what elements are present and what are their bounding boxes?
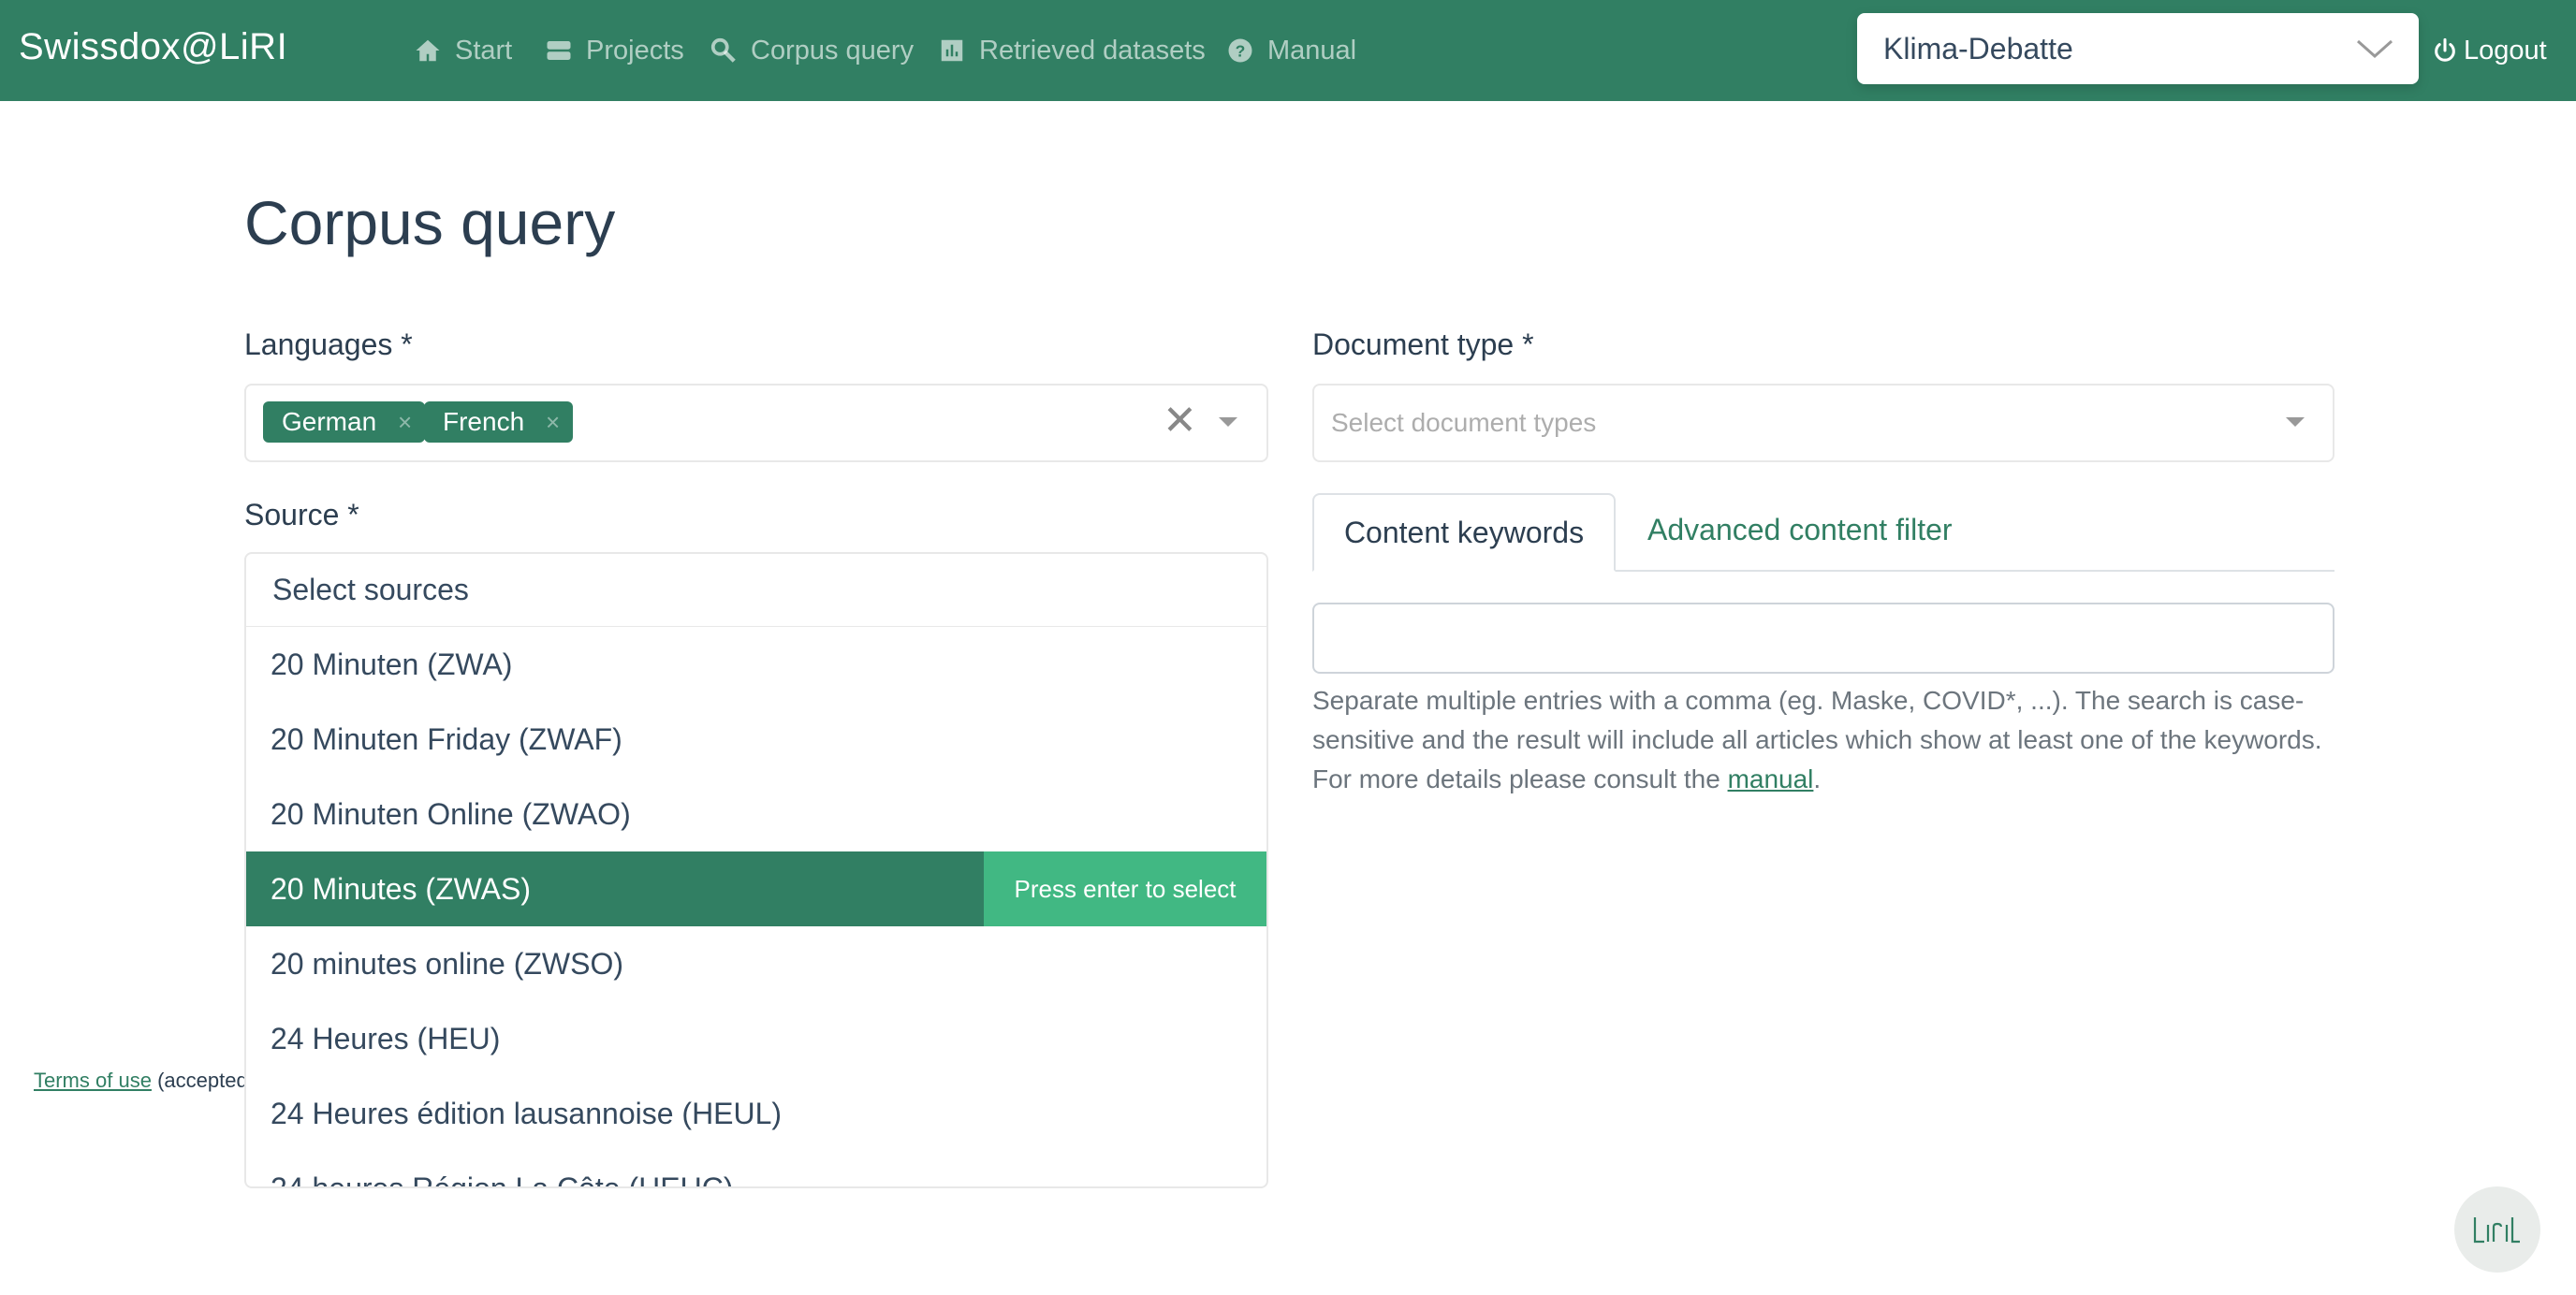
logout-button[interactable]: Logout xyxy=(2432,32,2547,69)
page-title: Corpus query xyxy=(244,188,616,257)
nav-corpus-query-label: Corpus query xyxy=(751,35,915,65)
manual-link[interactable]: manual xyxy=(1728,764,1814,793)
languages-label: Languages * xyxy=(244,327,413,361)
nav-corpus-query[interactable]: Corpus query xyxy=(710,32,914,69)
logout-label: Logout xyxy=(2464,35,2547,65)
languages-multiselect[interactable]: German × French × xyxy=(244,384,1268,462)
source-option-label: 20 Minuten Online (ZWAO) xyxy=(271,797,631,831)
nav-retrieved-datasets-label: Retrieved datasets xyxy=(979,35,1206,65)
languages-caret-icon[interactable] xyxy=(1219,417,1237,427)
tag-remove-icon[interactable]: × xyxy=(546,401,560,443)
source-option-label: 20 Minutes (ZWAS) xyxy=(271,872,531,906)
select-hint: Press enter to select xyxy=(984,851,1266,926)
terms-of-use: Terms of use (accepted xyxy=(34,1069,248,1093)
clear-languages-icon[interactable]: ✕ xyxy=(1163,400,1197,442)
chevron-down-icon xyxy=(2357,39,2393,59)
document-type-select[interactable]: Select document types xyxy=(1312,384,2334,462)
tab-advanced-content-filter[interactable]: Advanced content filter xyxy=(1647,513,1953,547)
source-option-highlighted[interactable]: 20 Minutes (ZWAS) Press enter to select xyxy=(246,851,1266,926)
source-option-label: 24 heures Région La Côte (HEUC) xyxy=(271,1171,734,1188)
server-icon xyxy=(547,41,571,60)
home-icon xyxy=(416,39,440,62)
document-type-placeholder: Select document types xyxy=(1331,408,1597,437)
app-brand[interactable]: Swissdox@LiRI xyxy=(19,26,287,68)
keywords-help-text: Separate multiple entries with a comma (… xyxy=(1312,681,2342,799)
liri-logo-badge[interactable] xyxy=(2454,1186,2540,1273)
nav-manual-label: Manual xyxy=(1267,35,1357,65)
terms-of-use-link[interactable]: Terms of use xyxy=(34,1069,152,1092)
terms-accepted-text: (accepted xyxy=(157,1069,248,1092)
source-option-label: 20 Minuten Friday (ZWAF) xyxy=(271,722,622,756)
language-tag-label: German xyxy=(282,407,377,436)
nav-projects[interactable]: Projects xyxy=(545,32,684,69)
source-label: Source * xyxy=(244,498,359,531)
nav-projects-label: Projects xyxy=(586,35,684,65)
source-select[interactable]: Select sources xyxy=(244,552,1268,627)
svg-text:?: ? xyxy=(1236,41,1246,60)
document-type-caret-icon[interactable] xyxy=(2286,417,2305,427)
nav-start[interactable]: Start xyxy=(414,32,512,69)
language-tag-label: French xyxy=(443,407,525,436)
source-option-label: 24 Heures (HEU) xyxy=(271,1022,501,1055)
source-option[interactable]: 24 Heures édition lausannoise (HEUL) xyxy=(246,1076,1266,1151)
source-option[interactable]: 20 Minuten Online (ZWAO) xyxy=(246,777,1266,851)
power-icon xyxy=(2435,37,2455,62)
keywords-input[interactable] xyxy=(1312,603,2334,674)
tab-content-keywords[interactable]: Content keywords xyxy=(1312,493,1616,572)
nav-retrieved-datasets[interactable]: Retrieved datasets xyxy=(938,32,1206,69)
chart-square-icon xyxy=(941,39,963,62)
nav-start-label: Start xyxy=(455,35,513,65)
document-type-label: Document type * xyxy=(1312,327,1534,361)
source-option[interactable]: 24 Heures (HEU) xyxy=(246,1001,1266,1076)
search-doc-icon xyxy=(710,37,736,63)
keywords-help-end: . xyxy=(1813,764,1822,793)
top-navbar: Swissdox@LiRI Start Projects Corpus quer… xyxy=(0,0,2576,101)
language-tag-german: German × xyxy=(263,401,426,443)
source-option[interactable]: 24 heures Région La Côte (HEUC) xyxy=(246,1151,1266,1188)
tag-remove-icon[interactable]: × xyxy=(398,401,412,443)
source-option[interactable]: 20 minutes online (ZWSO) xyxy=(246,926,1266,1001)
source-option[interactable]: 20 Minuten (ZWA) xyxy=(246,627,1266,702)
liri-logo-icon xyxy=(2473,1217,2520,1244)
source-options-list[interactable]: 20 Minuten (ZWA) 20 Minuten Friday (ZWAF… xyxy=(244,627,1268,1188)
language-tag-french: French × xyxy=(424,401,574,443)
source-option[interactable]: 20 Minuten Friday (ZWAF) xyxy=(246,702,1266,777)
source-option-label: 20 minutes online (ZWSO) xyxy=(271,947,624,981)
source-option-label: 20 Minuten (ZWA) xyxy=(271,648,513,681)
question-circle-icon: ? xyxy=(1228,38,1252,63)
project-select-value: Klima-Debatte xyxy=(1883,32,2073,65)
nav-manual[interactable]: ? Manual xyxy=(1226,32,1356,69)
source-option-label: 24 Heures édition lausannoise (HEUL) xyxy=(271,1097,783,1130)
project-select[interactable]: Klima-Debatte xyxy=(1857,13,2419,84)
source-placeholder: Select sources xyxy=(272,573,469,606)
